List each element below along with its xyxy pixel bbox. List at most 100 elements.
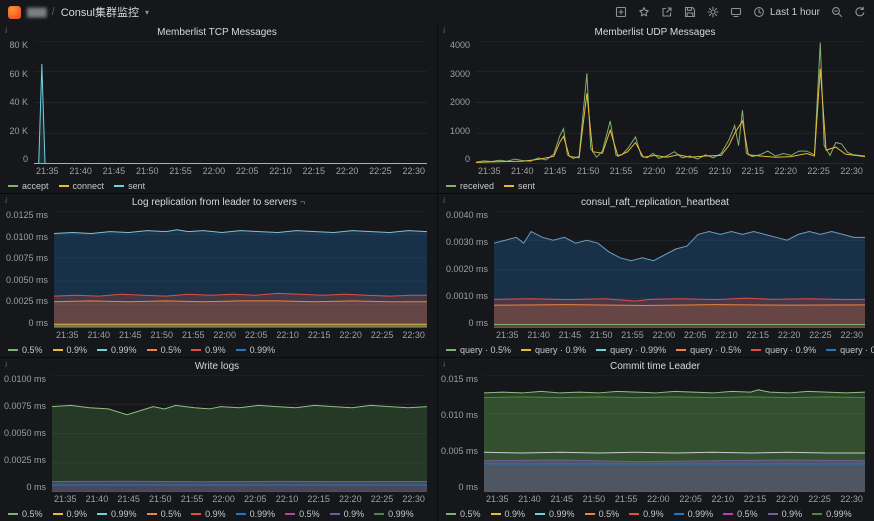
- legend-item[interactable]: 0.9%: [490, 509, 525, 519]
- legend-swatch: [146, 348, 157, 351]
- legend-item[interactable]: query · 0.5%: [446, 345, 511, 355]
- breadcrumb-org-redacted[interactable]: ████: [27, 8, 47, 17]
- panel-title[interactable]: Log replication from leader to servers ¬: [0, 194, 437, 211]
- clock-icon: [753, 6, 765, 18]
- legend-item[interactable]: 0.5%: [146, 509, 181, 519]
- x-tick-label: 22:05: [244, 494, 267, 504]
- legend-item[interactable]: received: [446, 181, 494, 191]
- x-tick-label: 21:40: [87, 330, 111, 340]
- grafana-logo-icon[interactable]: [8, 5, 21, 19]
- legend-label: connect: [72, 180, 105, 191]
- legend-swatch: [374, 512, 385, 515]
- legend-item[interactable]: 0.5%: [146, 345, 181, 355]
- right-icons: [831, 6, 866, 18]
- panel-info-icon[interactable]: i: [443, 26, 445, 35]
- x-tick-label: 22:10: [276, 330, 299, 340]
- x-tick-label: 22:25: [809, 330, 832, 340]
- y-tick-label: 0.0100 ms: [3, 374, 46, 384]
- legend-item[interactable]: 0.5%: [446, 509, 481, 519]
- legend-item[interactable]: 0.5%: [723, 509, 758, 519]
- panel-title-text: Commit time Leader: [609, 361, 701, 372]
- panel-title[interactable]: Memberlist UDP Messages: [438, 24, 874, 41]
- panel-title[interactable]: Memberlist TCP Messages: [0, 24, 437, 41]
- legend-item[interactable]: 0.9%: [629, 509, 664, 519]
- zoom-out-icon[interactable]: [831, 6, 843, 18]
- x-tick-label: 21:50: [582, 494, 606, 504]
- save-icon[interactable]: [684, 6, 696, 18]
- dashboard-title[interactable]: Consul集群监控: [61, 4, 139, 20]
- panel-title[interactable]: Write logs: [0, 358, 437, 375]
- legend-item[interactable]: sent: [114, 181, 145, 191]
- add-panel-icon[interactable]: [615, 6, 627, 18]
- time-range-picker[interactable]: Last 1 hour: [753, 6, 820, 18]
- x-tick-label: 22:05: [675, 166, 699, 176]
- legend-item[interactable]: 0.5%: [584, 509, 619, 519]
- legend-item[interactable]: 0.5%: [285, 509, 320, 519]
- legend-item[interactable]: 0.99%: [97, 345, 137, 355]
- legend-item[interactable]: 0.99%: [812, 509, 852, 519]
- y-tick-label: 0 ms: [28, 317, 48, 328]
- legend-item[interactable]: 0.99%: [235, 345, 275, 355]
- legend-item[interactable]: 0.5%: [8, 345, 43, 355]
- settings-icon[interactable]: [707, 6, 719, 18]
- x-tick-label: 22:05: [235, 166, 259, 176]
- legend-label: 0.5%: [22, 508, 43, 519]
- legend-item[interactable]: 0.99%: [374, 509, 414, 519]
- legend-item[interactable]: query · 0.9%: [521, 345, 586, 355]
- legend-item[interactable]: 0.9%: [52, 509, 87, 519]
- plot-area[interactable]: [34, 41, 427, 164]
- plot-area[interactable]: [484, 375, 865, 492]
- cycle-view-icon[interactable]: [730, 6, 742, 18]
- chart-svg: [476, 41, 865, 164]
- legend-item[interactable]: 0.9%: [52, 345, 87, 355]
- legend-item[interactable]: query · 0.5%: [676, 345, 741, 355]
- legend-item[interactable]: 0.5%: [8, 509, 43, 519]
- star-icon[interactable]: [638, 6, 650, 18]
- panel-info-icon[interactable]: i: [5, 196, 7, 205]
- legend-item[interactable]: 0.99%: [535, 509, 575, 519]
- legend-item[interactable]: accept: [8, 181, 49, 191]
- legend-item[interactable]: query · 0.99%: [596, 345, 666, 355]
- legend-item[interactable]: 0.9%: [329, 508, 365, 519]
- panel-info-icon[interactable]: i: [443, 196, 445, 205]
- chart-svg: [34, 41, 427, 164]
- chart-row: 0.0100 ms 0.0075 ms 0.0050 ms 0.0025 ms 0 ms: [0, 375, 437, 492]
- chart-row: 4000 3000 2000 1000 0: [438, 41, 874, 164]
- panel-info-icon[interactable]: i: [5, 26, 7, 35]
- legend: query · 0.5% query · 0.9% query · 0.99% que…: [438, 342, 874, 357]
- legend-label: 0.99%: [249, 508, 276, 519]
- legend-item[interactable]: 0.9%: [191, 345, 226, 355]
- legend-label: 0.9%: [343, 508, 365, 519]
- x-axis: 21:35 21:40 21:45 21:50 21:55 22:00 22:05 22:10…: [54, 328, 427, 342]
- chart-svg: [494, 211, 865, 328]
- x-tick-label: 22:20: [339, 330, 362, 340]
- legend-label: 0.5%: [737, 508, 758, 519]
- share-icon[interactable]: [661, 6, 673, 18]
- legend-item[interactable]: 0.9%: [767, 509, 802, 519]
- plot-area[interactable]: [54, 211, 427, 328]
- legend-item[interactable]: connect: [58, 180, 105, 191]
- legend-item[interactable]: 0.9%: [191, 509, 226, 519]
- legend-label: accept: [22, 180, 49, 191]
- panel-title[interactable]: consul_raft_replication_heartbeat: [438, 194, 874, 211]
- legend-item[interactable]: sent: [504, 181, 535, 191]
- legend-item[interactable]: 0.99%: [235, 508, 276, 519]
- legend-item[interactable]: 0.99%: [97, 509, 137, 519]
- dashboard-caret-icon[interactable]: ▾: [145, 8, 149, 17]
- legend-swatch: [191, 348, 202, 351]
- panel: i Log replication from leader to servers…: [0, 194, 437, 357]
- y-tick-label: 0: [464, 154, 470, 164]
- refresh-icon[interactable]: [854, 6, 866, 18]
- panel-info-icon[interactable]: i: [443, 360, 445, 369]
- plot-area[interactable]: [476, 41, 865, 164]
- legend-label: sent: [128, 180, 146, 191]
- breadcrumb: ████ / Consul集群监控 ▾: [8, 4, 149, 20]
- plot-area[interactable]: [52, 375, 427, 492]
- plot-area[interactable]: [494, 211, 865, 328]
- panel-info-icon[interactable]: i: [5, 360, 7, 369]
- legend-item[interactable]: 0.99%: [673, 509, 713, 519]
- panel-title[interactable]: Commit time Leader: [438, 358, 874, 375]
- y-tick-label: 0.0075 ms: [5, 253, 48, 264]
- legend-item[interactable]: query · 0.9%: [751, 345, 816, 355]
- legend-item[interactable]: query · 0.99%: [826, 345, 874, 355]
